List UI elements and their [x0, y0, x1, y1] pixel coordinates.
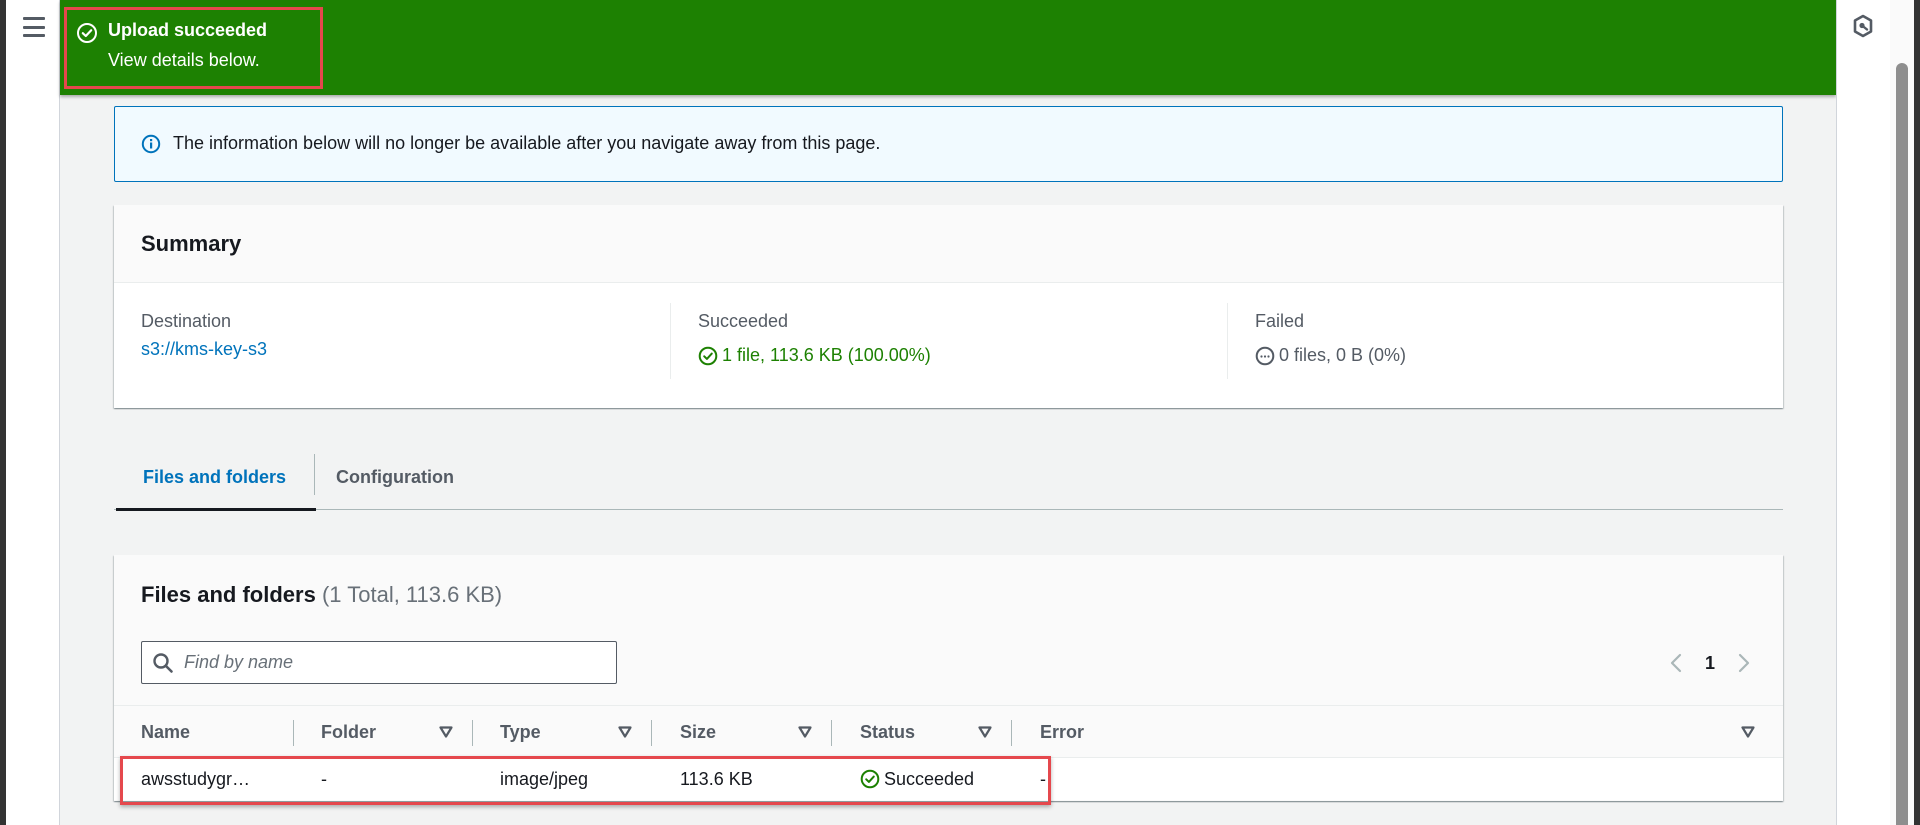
column-header-type[interactable]: Type — [500, 706, 541, 758]
check-circle-icon — [860, 769, 880, 789]
summary-failed: Failed 0 files, 0 B (0%) — [1227, 303, 1767, 379]
flash-title: Upload succeeded — [108, 20, 268, 40]
succeeded-label: Succeeded — [698, 311, 789, 331]
column-header-size[interactable]: Size — [680, 706, 716, 758]
file-type: image/jpeg — [500, 768, 589, 789]
scrollbar-thumb[interactable] — [1896, 63, 1908, 825]
sort-triangle-icon[interactable] — [618, 725, 632, 739]
files-and-folders-container: Files and folders (1 Total, 113.6 KB) 1 … — [114, 555, 1783, 801]
files-table: Name Folder Type Size Status Error awsst… — [114, 705, 1783, 800]
sort-triangle-icon[interactable] — [798, 725, 812, 739]
tab-divider — [314, 454, 315, 495]
file-folder: - — [321, 768, 327, 789]
info-alert-text: The information below will no longer be … — [173, 133, 881, 153]
status-text: Succeeded — [884, 768, 975, 789]
summary-destination: Destination s3://kms-key-s3 — [141, 303, 641, 379]
tools-rail — [1836, 0, 1890, 825]
page-number[interactable]: 1 — [1705, 653, 1715, 674]
tab-files-and-folders[interactable]: Files and folders — [116, 446, 316, 511]
sort-triangle-icon[interactable] — [439, 725, 453, 739]
column-resizer[interactable] — [1011, 720, 1012, 746]
window-edge-right — [1914, 0, 1920, 825]
column-resizer[interactable] — [651, 720, 652, 746]
table-row[interactable]: awsstudygr… - image/jpeg 113.6 KB Succee… — [114, 758, 1783, 800]
flash-subtitle: View details below. — [108, 50, 260, 70]
column-header-status[interactable]: Status — [860, 706, 915, 758]
ellipsis-circle-icon — [1255, 346, 1275, 365]
files-title-text: Files and folders — [141, 582, 316, 607]
file-size: 113.6 KB — [680, 768, 753, 789]
chevron-right-icon[interactable] — [1735, 651, 1753, 675]
succeeded-value: 1 file, 113.6 KB (100.00%) — [722, 345, 931, 365]
table-header: Name Folder Type Size Status Error — [114, 705, 1783, 758]
pagination: 1 — [1667, 651, 1753, 675]
summary-title: Summary — [141, 231, 242, 256]
info-alert: The information below will no longer be … — [114, 106, 1783, 182]
column-resizer[interactable] — [293, 720, 294, 746]
tab-configuration[interactable]: Configuration — [336, 446, 454, 509]
column-resizer[interactable] — [831, 720, 832, 746]
destination-link[interactable]: s3://kms-key-s3 — [141, 339, 267, 360]
column-header-name[interactable]: Name — [141, 706, 190, 758]
search-icon — [153, 653, 173, 673]
check-circle-icon — [698, 346, 718, 365]
search-input[interactable] — [184, 642, 604, 683]
summary-container: Summary Destination s3://kms-key-s3 Succ… — [114, 205, 1783, 408]
column-header-error[interactable]: Error — [1040, 706, 1084, 758]
files-panel-title: Files and folders (1 Total, 113.6 KB) — [141, 582, 502, 608]
check-circle-icon — [77, 23, 97, 43]
column-header-folder[interactable]: Folder — [321, 706, 376, 758]
file-error: - — [1040, 768, 1046, 789]
sort-triangle-icon[interactable] — [1741, 725, 1755, 739]
info-circle-icon — [141, 134, 161, 154]
file-status: Succeeded — [860, 758, 974, 800]
flash-success-banner: Upload succeeded View details below. — [60, 0, 1836, 95]
summary-header: Summary — [114, 205, 1783, 283]
hamburger-menu-icon[interactable] — [17, 16, 51, 38]
failed-value: 0 files, 0 B (0%) — [1279, 345, 1407, 365]
destination-label: Destination — [141, 311, 232, 331]
cloudshell-icon[interactable] — [1852, 14, 1874, 38]
navigation-rail — [6, 0, 60, 825]
chevron-left-icon[interactable] — [1667, 651, 1685, 675]
file-name-link[interactable]: awsstudygr… — [141, 758, 250, 800]
failed-label: Failed — [1255, 311, 1305, 331]
tabs: Files and folders Configuration — [114, 446, 1783, 511]
column-resizer[interactable] — [472, 720, 473, 746]
main-content: Upload succeeded View details below. The… — [60, 0, 1836, 825]
summary-succeeded: Succeeded 1 file, 113.6 KB (100.00%) — [670, 303, 1227, 379]
search-field[interactable] — [141, 641, 617, 684]
files-count: (1 Total, 113.6 KB) — [321, 582, 503, 607]
sort-triangle-icon[interactable] — [978, 725, 992, 739]
